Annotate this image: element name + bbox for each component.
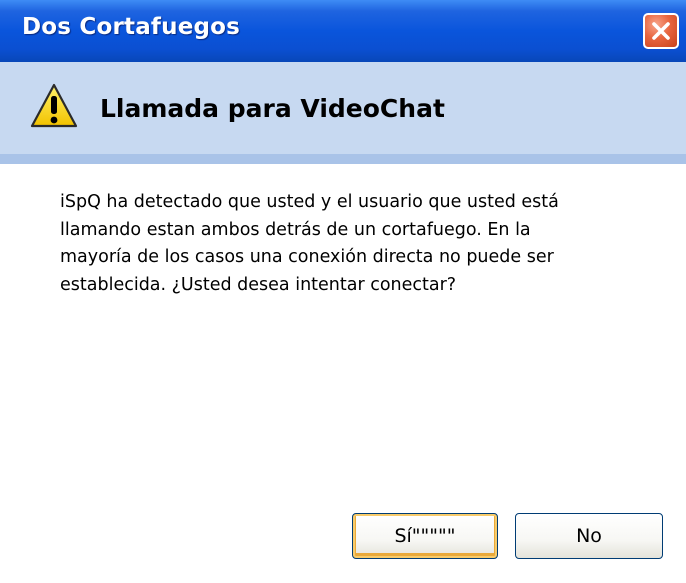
warning-icon <box>30 83 78 128</box>
close-button[interactable] <box>643 13 679 49</box>
title-bar[interactable]: Dos Cortafuegos <box>0 0 686 62</box>
header-divider <box>0 154 686 164</box>
message-line: llamando estan ambos detrás de un cortaf… <box>60 219 531 240</box>
message-line: establecida. ¿Usted desea intentar conec… <box>60 274 457 295</box>
no-button[interactable]: No <box>515 513 663 559</box>
window-title: Dos Cortafuegos <box>22 14 241 40</box>
message-line: iSpQ ha detectado que usted y el usuario… <box>60 192 559 212</box>
dialog-heading: Llamada para VideoChat <box>100 94 445 123</box>
message-line: mayoría de los casos una conexión direct… <box>60 247 554 267</box>
dialog-window: Dos Cortafuegos Llamada para VideoChat i… <box>0 0 686 583</box>
close-icon <box>652 22 670 40</box>
yes-button[interactable]: Sí""""" <box>352 513 498 559</box>
message-text: iSpQ ha detectado que usted y el usuario… <box>60 189 660 299</box>
